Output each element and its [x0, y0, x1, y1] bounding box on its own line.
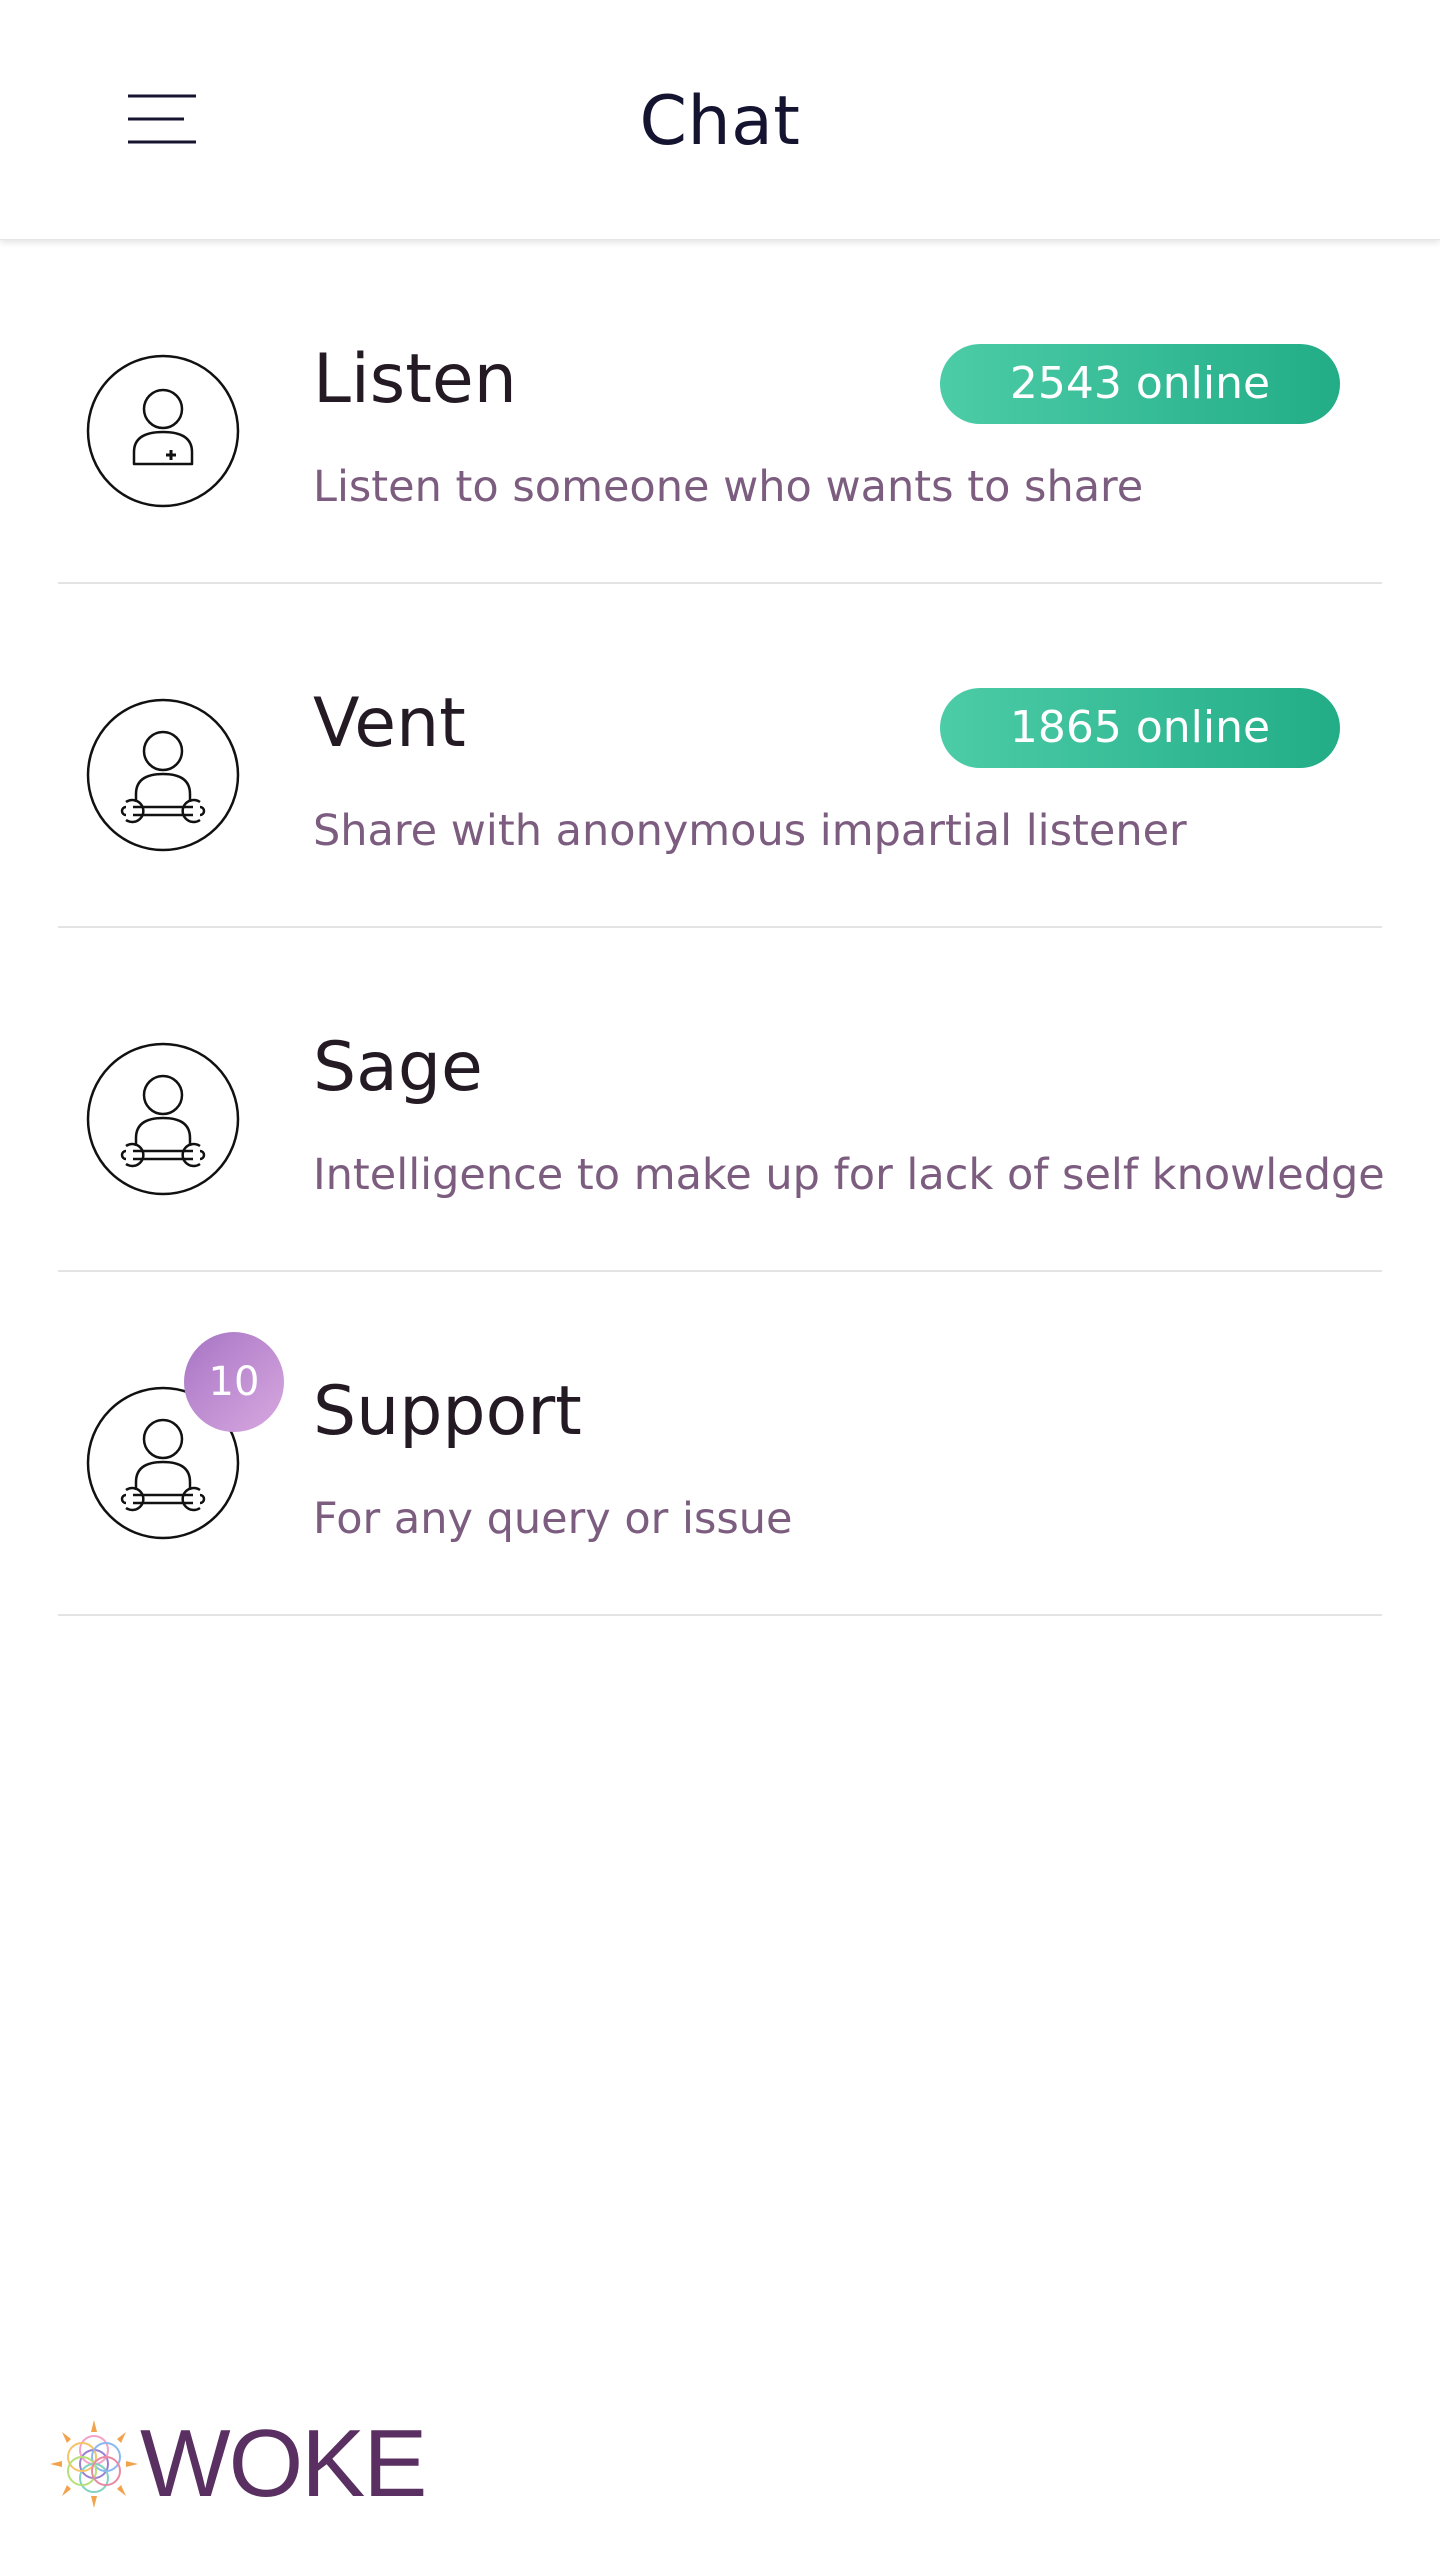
list-item-support[interactable]: 10 Support For any query or issue [0, 1272, 1440, 1616]
logo-text: WOKE [140, 2410, 427, 2517]
item-title: Vent [313, 684, 466, 763]
item-title: Support [313, 1372, 582, 1451]
list-item-sage[interactable]: Sage Intelligence to make up for lack of… [0, 928, 1440, 1272]
chat-options-list: Listen 2543 online Listen to someone who… [0, 240, 1440, 1616]
item-subtitle: Intelligence to make up for lack of self… [313, 1150, 1385, 1200]
item-subtitle: Share with anonymous impartial listener [313, 806, 1187, 856]
online-count-badge: 2543 online [940, 344, 1340, 424]
item-title: Sage [313, 1028, 483, 1107]
unread-count-badge: 10 [184, 1332, 284, 1432]
list-item-listen[interactable]: Listen 2543 online Listen to someone who… [0, 240, 1440, 584]
item-title: Listen [313, 340, 517, 419]
list-item-vent[interactable]: Vent 1865 online Share with anonymous im… [0, 584, 1440, 928]
chat-screen: Chat Listen 2543 online Listen to someon… [0, 0, 1440, 2560]
user-wrench-icon [86, 1042, 240, 1196]
online-count-badge: 1865 online [940, 688, 1340, 768]
app-header: Chat [0, 0, 1440, 240]
woke-logo: WOKE [48, 2412, 427, 2522]
flower-of-life-icon [50, 2420, 138, 2508]
user-wrench-icon [86, 698, 240, 852]
item-subtitle: For any query or issue [313, 1494, 793, 1544]
user-plus-icon [86, 354, 240, 508]
page-title: Chat [639, 82, 801, 161]
item-subtitle: Listen to someone who wants to share [313, 462, 1144, 512]
divider [58, 1614, 1382, 1616]
